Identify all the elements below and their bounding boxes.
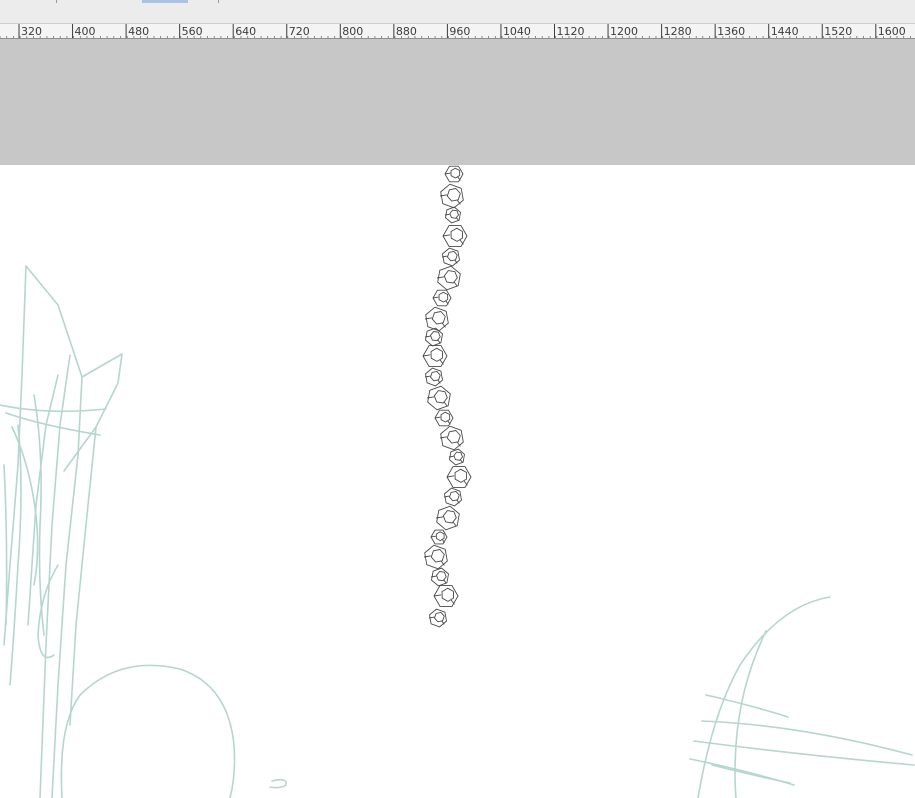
pasteboard-area[interactable] — [0, 39, 915, 165]
ruler-label: 400 — [75, 25, 96, 38]
ruler-label: 640 — [235, 25, 256, 38]
bead-facet — [453, 451, 463, 461]
bead-facet — [446, 188, 461, 202]
circle-sketch — [60, 664, 288, 798]
bead-facet — [449, 209, 459, 219]
left-plant-sketch — [0, 265, 123, 798]
ruler-label: 1600 — [878, 25, 906, 38]
bead-facet — [435, 531, 445, 542]
ruler-label: 480 — [128, 25, 149, 38]
bead-facet — [449, 490, 460, 502]
bead-facet — [443, 270, 458, 284]
bead-facet — [441, 587, 455, 602]
ruler-label: 880 — [396, 25, 417, 38]
window-top-strip — [0, 0, 915, 24]
canvas-artwork — [0, 165, 915, 798]
bead-facet — [431, 311, 446, 325]
bead-facet — [433, 390, 448, 404]
bead-facet — [430, 347, 444, 362]
bead-facet — [454, 468, 468, 483]
right-sketch-strokes — [689, 596, 915, 798]
bead-facet — [450, 227, 464, 242]
ruler-label: 800 — [342, 25, 363, 38]
ruler-label: 1280 — [664, 25, 692, 38]
ruler-label: 720 — [289, 25, 310, 38]
bead-facet — [440, 411, 451, 423]
bead-facet — [446, 430, 461, 444]
bead-facet — [447, 250, 458, 262]
ruler-label: 1120 — [557, 25, 585, 38]
ruler-label: 1040 — [503, 25, 531, 38]
bead-facet — [442, 510, 457, 524]
ruler-label: 1440 — [771, 25, 799, 38]
bead-chain-sketch — [422, 165, 472, 628]
bead-facet — [430, 549, 445, 563]
horizontal-ruler[interactable]: 320 400 480 560 640 720 800 880 960 1040 1120 1200 1… — [0, 24, 915, 39]
bead-facet — [430, 370, 441, 382]
ruler-label: 320 — [21, 25, 42, 38]
bead-facet — [434, 611, 445, 623]
toolbar-divider — [56, 0, 57, 3]
ruler-label: 1520 — [824, 25, 852, 38]
bead-facet — [430, 331, 441, 342]
bead-facet — [450, 167, 461, 179]
ruler-label: 960 — [449, 25, 470, 38]
drawing-canvas[interactable] — [0, 165, 915, 798]
toolbar-divider — [218, 0, 219, 3]
bead-facet — [436, 571, 447, 582]
ruler-label: 1200 — [610, 25, 638, 38]
ruler-label: 560 — [182, 25, 203, 38]
bead-facet — [438, 291, 449, 303]
active-tab-indicator[interactable] — [142, 0, 188, 3]
ruler-scale: 320 400 480 560 640 720 800 880 960 1040 1120 1200 1… — [0, 24, 911, 38]
ruler-label: 1360 — [717, 25, 745, 38]
